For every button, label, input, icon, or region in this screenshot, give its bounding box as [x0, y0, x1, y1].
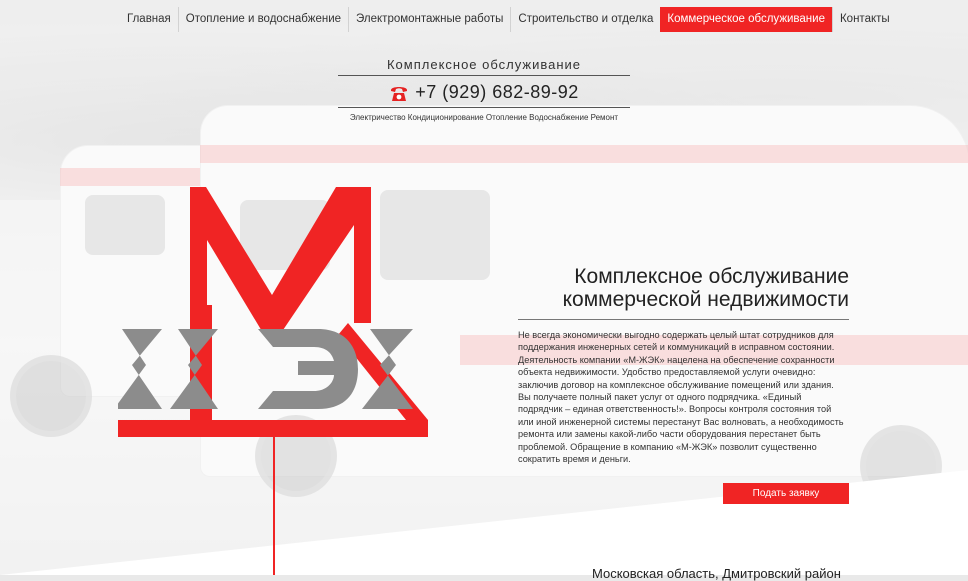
- services-list: Электричество Кондиционирование Отоплени…: [349, 113, 619, 122]
- phone-number[interactable]: +7 (929) 682-89-92: [415, 82, 579, 103]
- company-logo: [114, 185, 428, 440]
- phone-icon: [389, 84, 409, 102]
- footer-address: Московская область, Дмитровский район: [592, 566, 841, 581]
- page-title: Комплексное обслуживание коммерческой не…: [518, 265, 849, 320]
- site-header: Комплексное обслуживание +7 (929) 682-89…: [338, 57, 630, 122]
- phone-row: +7 (929) 682-89-92: [338, 76, 630, 108]
- nav-item-electrical[interactable]: Электромонтажные работы: [348, 7, 510, 32]
- page-title-line-1: Комплексное обслуживание: [574, 265, 849, 288]
- header-subtitle: Комплексное обслуживание: [338, 57, 630, 76]
- nav-item-home[interactable]: Главная: [120, 7, 178, 32]
- decorative-divider-line: [273, 437, 275, 575]
- submit-request-button[interactable]: Подать заявку: [723, 483, 849, 504]
- nav-item-construction[interactable]: Строительство и отделка: [510, 7, 660, 32]
- nav-item-commercial[interactable]: Коммерческое обслуживание: [660, 7, 832, 32]
- main-content: Комплексное обслуживание коммерческой не…: [518, 265, 849, 465]
- nav-item-heating[interactable]: Отопление и водоснабжение: [177, 7, 348, 32]
- nav-item-contacts[interactable]: Контакты: [831, 7, 897, 32]
- page-title-line-2: коммерческой недвижимости: [562, 288, 849, 311]
- main-nav: Главная Отопление и водоснабжение Электр…: [120, 7, 897, 32]
- page-description: Не всегда экономически выгодно содержать…: [518, 330, 844, 465]
